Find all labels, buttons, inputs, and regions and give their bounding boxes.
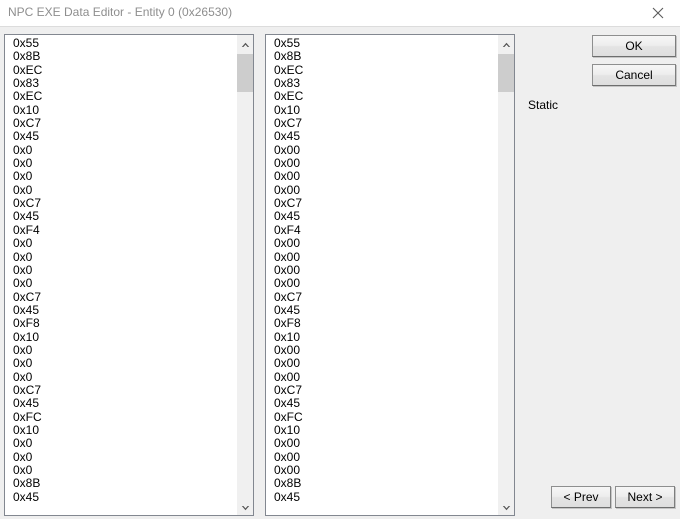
list-item[interactable]: 0xF8	[274, 317, 494, 330]
window-title: NPC EXE Data Editor - Entity 0 (0x26530)	[8, 5, 233, 19]
list-item[interactable]: 0x45	[274, 304, 494, 317]
list-item[interactable]: 0x8B	[13, 477, 233, 490]
list-item[interactable]: 0x00	[274, 237, 494, 250]
list-item[interactable]: 0x0	[13, 157, 233, 170]
list-item[interactable]: 0x00	[274, 264, 494, 277]
list-item[interactable]: 0x00	[274, 437, 494, 450]
list-item[interactable]: 0x8B	[274, 50, 494, 63]
list-item[interactable]: 0xEC	[274, 90, 494, 103]
list-item[interactable]: 0xC7	[13, 197, 233, 210]
edited-list-scrollbar[interactable]	[497, 35, 514, 515]
window-titlebar: NPC EXE Data Editor - Entity 0 (0x26530)	[0, 0, 680, 27]
list-item[interactable]: 0x00	[274, 357, 494, 370]
list-item[interactable]: 0x10	[13, 331, 233, 344]
scroll-up-button-right[interactable]	[498, 35, 514, 52]
list-item[interactable]: 0x45	[13, 491, 233, 504]
list-item[interactable]: 0x10	[274, 424, 494, 437]
list-item[interactable]: 0x0	[13, 251, 233, 264]
close-icon	[652, 7, 664, 19]
list-item[interactable]: 0x00	[274, 170, 494, 183]
list-item[interactable]: 0xC7	[274, 384, 494, 397]
scroll-up-button-left[interactable]	[237, 35, 253, 52]
list-item[interactable]: 0x10	[13, 104, 233, 117]
list-item[interactable]: 0x0	[13, 184, 233, 197]
next-button[interactable]: Next >	[615, 486, 675, 508]
list-item[interactable]: 0x00	[274, 451, 494, 464]
edited-bytes-listbox[interactable]: 0x55 0x8B 0xEC 0x83 0xEC 0x10 0xC7 0x45 0x00 0x00…	[265, 34, 515, 516]
list-item[interactable]: 0xF4	[274, 224, 494, 237]
list-item[interactable]: 0x45	[274, 210, 494, 223]
list-item[interactable]: 0x45	[13, 210, 233, 223]
list-item[interactable]: 0x45	[274, 491, 494, 504]
chevron-up-icon	[241, 37, 250, 51]
list-item[interactable]: 0x45	[13, 397, 233, 410]
list-item[interactable]: 0x10	[274, 331, 494, 344]
list-item[interactable]: 0xEC	[13, 90, 233, 103]
list-item[interactable]: 0xF8	[13, 317, 233, 330]
list-item[interactable]: 0x8B	[274, 477, 494, 490]
list-item[interactable]: 0x55	[13, 37, 233, 50]
list-item[interactable]: 0x45	[274, 397, 494, 410]
original-bytes-list: 0x55 0x8B 0xEC 0x83 0xEC 0x10 0xC7 0x45 0x0 0x0 0x…	[5, 37, 233, 504]
list-item[interactable]: 0xEC	[13, 64, 233, 77]
list-item[interactable]: 0x83	[13, 77, 233, 90]
list-item[interactable]: 0x0	[13, 277, 233, 290]
list-item[interactable]: 0x00	[274, 277, 494, 290]
list-item[interactable]: 0x83	[274, 77, 494, 90]
list-item[interactable]: 0xC7	[274, 291, 494, 304]
cancel-button[interactable]: Cancel	[592, 64, 676, 86]
list-item[interactable]: 0x0	[13, 371, 233, 384]
list-item[interactable]: 0x8B	[13, 50, 233, 63]
edited-bytes-list: 0x55 0x8B 0xEC 0x83 0xEC 0x10 0xC7 0x45 0x00 0x00…	[266, 37, 494, 504]
list-item[interactable]: 0x0	[13, 437, 233, 450]
list-item[interactable]: 0x45	[274, 130, 494, 143]
chevron-down-icon	[241, 500, 250, 514]
list-item[interactable]: 0xC7	[13, 117, 233, 130]
list-item[interactable]: 0x00	[274, 144, 494, 157]
original-list-scrollbar[interactable]	[236, 35, 253, 515]
list-item[interactable]: 0xC7	[274, 197, 494, 210]
list-item[interactable]: 0xC7	[13, 384, 233, 397]
list-item[interactable]: 0x0	[13, 264, 233, 277]
list-item[interactable]: 0x55	[274, 37, 494, 50]
list-item[interactable]: 0x10	[274, 104, 494, 117]
list-item[interactable]: 0xC7	[13, 291, 233, 304]
ok-button[interactable]: OK	[592, 35, 676, 57]
list-item[interactable]: 0x00	[274, 371, 494, 384]
list-item[interactable]: 0xFC	[13, 411, 233, 424]
list-item[interactable]: 0x10	[13, 424, 233, 437]
list-item[interactable]: 0x0	[13, 170, 233, 183]
list-item[interactable]: 0x00	[274, 157, 494, 170]
list-item[interactable]: 0x00	[274, 184, 494, 197]
list-item[interactable]: 0x45	[13, 304, 233, 317]
list-item[interactable]: 0x0	[13, 237, 233, 250]
list-item[interactable]: 0x0	[13, 451, 233, 464]
chevron-up-icon	[502, 37, 511, 51]
list-item[interactable]: 0xF4	[13, 224, 233, 237]
scroll-thumb-right[interactable]	[498, 54, 514, 92]
scroll-down-button-left[interactable]	[237, 498, 253, 515]
close-button[interactable]	[635, 0, 680, 26]
list-item[interactable]: 0x0	[13, 344, 233, 357]
list-item[interactable]: 0xFC	[274, 411, 494, 424]
list-item[interactable]: 0x0	[13, 357, 233, 370]
scroll-down-button-right[interactable]	[498, 498, 514, 515]
dialog-body: 0x55 0x8B 0xEC 0x83 0xEC 0x10 0xC7 0x45 0x0 0x0 0x…	[0, 26, 680, 519]
list-item[interactable]: 0x00	[274, 464, 494, 477]
prev-button[interactable]: < Prev	[551, 486, 611, 508]
list-item[interactable]: 0x00	[274, 344, 494, 357]
static-label: Static	[528, 98, 559, 112]
original-bytes-listbox[interactable]: 0x55 0x8B 0xEC 0x83 0xEC 0x10 0xC7 0x45 0x0 0x0 0x…	[4, 34, 254, 516]
chevron-down-icon	[502, 500, 511, 514]
list-item[interactable]: 0x0	[13, 464, 233, 477]
list-item[interactable]: 0x0	[13, 144, 233, 157]
list-item[interactable]: 0xC7	[274, 117, 494, 130]
list-item[interactable]: 0x00	[274, 251, 494, 264]
scroll-thumb-left[interactable]	[237, 54, 253, 92]
list-item[interactable]: 0x45	[13, 130, 233, 143]
list-item[interactable]: 0xEC	[274, 64, 494, 77]
